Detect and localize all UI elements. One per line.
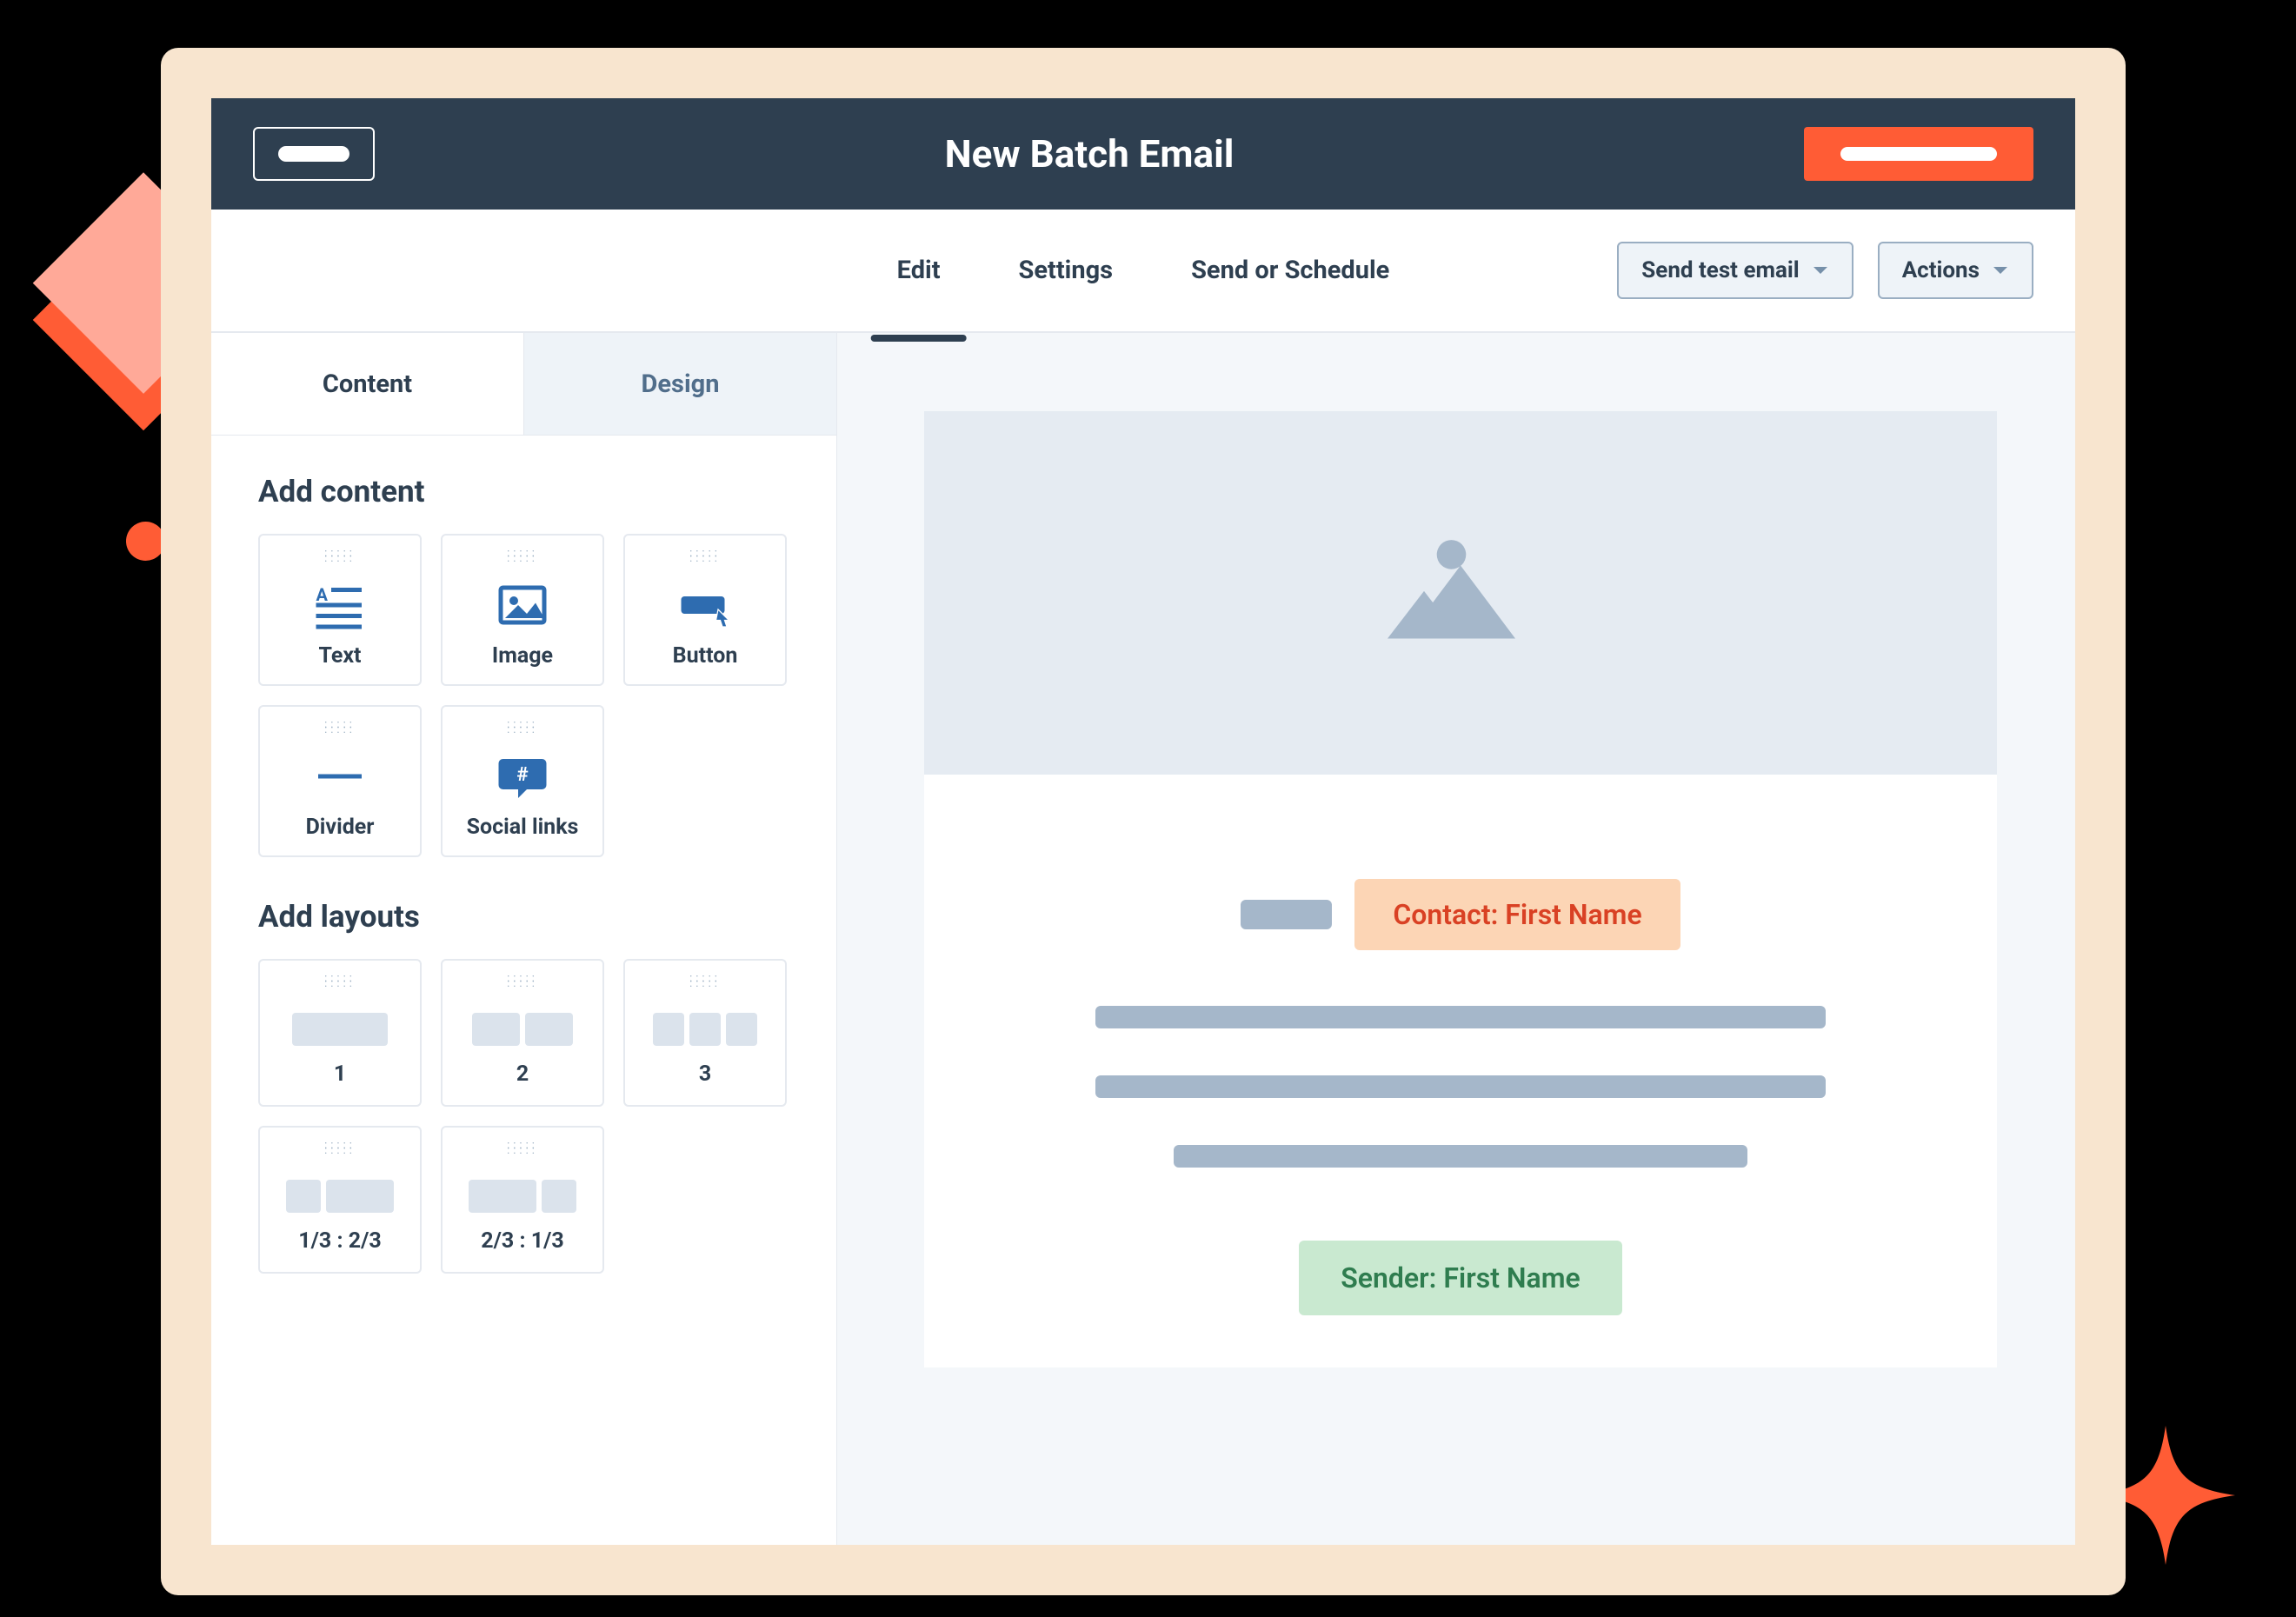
toolbar: Edit Settings Send or Schedule Send test… xyxy=(211,210,2075,333)
contact-token[interactable]: Contact: First Name xyxy=(1354,879,1680,950)
send-test-label: Send test email xyxy=(1641,257,1799,283)
layout-2-label: 2 xyxy=(516,1061,529,1087)
sender-token[interactable]: Sender: First Name xyxy=(1299,1241,1621,1315)
layout-1-2-col[interactable]: :::::::::: 1/3 : 2/3 xyxy=(258,1126,422,1274)
email-body: Contact: First Name Sender: First Name xyxy=(924,775,1997,1367)
email-canvas[interactable]: Contact: First Name Sender: First Name xyxy=(837,333,2075,1545)
layout-grid: :::::::::: 1 :::::::::: xyxy=(258,959,789,1274)
drag-handle-icon: :::::::::: xyxy=(507,551,538,562)
text-placeholder-line xyxy=(1095,1075,1826,1098)
actions-label: Actions xyxy=(1902,257,1980,283)
greeting-row: Contact: First Name xyxy=(1241,879,1680,950)
drag-handle-icon: :::::::::: xyxy=(324,722,356,733)
layout-3-col[interactable]: :::::::::: 3 xyxy=(623,959,787,1107)
layout-2-1-col[interactable]: :::::::::: 2/3 : 1/3 xyxy=(441,1126,604,1274)
send-test-email-button[interactable]: Send test email xyxy=(1617,242,1853,299)
text-icon: A xyxy=(314,579,366,631)
drag-handle-icon: :::::::::: xyxy=(324,976,356,987)
block-text-label: Text xyxy=(318,643,361,669)
svg-text:A: A xyxy=(316,584,329,605)
app-frame: New Batch Email Edit Settings Send or Sc… xyxy=(161,48,2126,1595)
workspace: Content Design Add content :::::::::: A … xyxy=(211,333,2075,1545)
tab-send[interactable]: Send or Schedule xyxy=(1191,238,1389,303)
drag-handle-icon: :::::::::: xyxy=(324,551,356,562)
layout-preview xyxy=(292,1013,388,1046)
drag-handle-icon: :::::::::: xyxy=(507,722,538,733)
image-placeholder-icon xyxy=(1369,528,1552,658)
add-content-heading: Add content xyxy=(258,474,789,509)
content-block-grid: :::::::::: A Text :::::::::: Image xyxy=(258,534,789,857)
back-button[interactable] xyxy=(253,127,375,181)
block-divider[interactable]: :::::::::: Divider xyxy=(258,705,422,857)
drag-handle-icon: :::::::::: xyxy=(324,1143,356,1154)
tab-edit[interactable]: Edit xyxy=(897,238,941,303)
email-preview: Contact: First Name Sender: First Name xyxy=(924,411,1997,1367)
block-image-label: Image xyxy=(492,643,553,669)
chevron-down-icon xyxy=(1812,262,1829,279)
drag-handle-icon: :::::::::: xyxy=(507,1143,538,1154)
layout-preview xyxy=(469,1180,576,1213)
layout-1-2-label: 1/3 : 2/3 xyxy=(298,1228,381,1254)
text-placeholder xyxy=(1241,900,1332,929)
layout-preview xyxy=(472,1013,573,1046)
primary-action-button[interactable] xyxy=(1804,127,2033,181)
layout-preview xyxy=(653,1013,757,1046)
sidebar-body: Add content :::::::::: A Text :::::::::: xyxy=(211,436,836,1312)
tab-settings[interactable]: Settings xyxy=(1019,238,1114,303)
app-window: New Batch Email Edit Settings Send or Sc… xyxy=(211,98,2075,1545)
drag-handle-icon: :::::::::: xyxy=(507,976,538,987)
drag-handle-icon: :::::::::: xyxy=(689,976,721,987)
sidebar-tab-content[interactable]: Content xyxy=(211,333,523,436)
editor-step-tabs: Edit Settings Send or Schedule xyxy=(897,238,1390,303)
page-title: New Batch Email xyxy=(945,131,1235,176)
block-social-label: Social links xyxy=(467,815,579,840)
social-icon: # xyxy=(496,750,549,802)
layout-preview xyxy=(286,1180,394,1213)
sidebar-tab-design[interactable]: Design xyxy=(523,333,836,436)
decorative-circle xyxy=(126,522,165,561)
chevron-down-icon xyxy=(1992,262,2009,279)
actions-button[interactable]: Actions xyxy=(1878,242,2033,299)
back-button-placeholder xyxy=(278,146,349,162)
drag-handle-icon: :::::::::: xyxy=(689,551,721,562)
svg-text:#: # xyxy=(516,763,528,786)
layout-2-1-label: 2/3 : 1/3 xyxy=(481,1228,563,1254)
block-divider-label: Divider xyxy=(306,815,375,840)
block-text[interactable]: :::::::::: A Text xyxy=(258,534,422,686)
hero-image-placeholder[interactable] xyxy=(924,411,1997,775)
block-social[interactable]: :::::::::: # Social links xyxy=(441,705,604,857)
image-icon xyxy=(496,579,549,631)
block-button[interactable]: :::::::::: Button xyxy=(623,534,787,686)
divider-icon xyxy=(314,750,366,802)
block-image[interactable]: :::::::::: Image xyxy=(441,534,604,686)
button-icon xyxy=(679,579,731,631)
sidebar-tabs: Content Design xyxy=(211,333,836,436)
block-button-label: Button xyxy=(673,643,738,669)
layout-3-label: 3 xyxy=(699,1061,711,1087)
layout-1-col[interactable]: :::::::::: 1 xyxy=(258,959,422,1107)
layout-2-col[interactable]: :::::::::: 2 xyxy=(441,959,604,1107)
add-layouts-heading: Add layouts xyxy=(258,899,789,935)
titlebar: New Batch Email xyxy=(211,98,2075,210)
sidebar: Content Design Add content :::::::::: A … xyxy=(211,333,837,1545)
text-placeholder-line xyxy=(1095,1006,1826,1028)
text-placeholder-line xyxy=(1174,1145,1747,1168)
primary-action-placeholder xyxy=(1840,147,1997,161)
layout-1-label: 1 xyxy=(334,1061,346,1087)
